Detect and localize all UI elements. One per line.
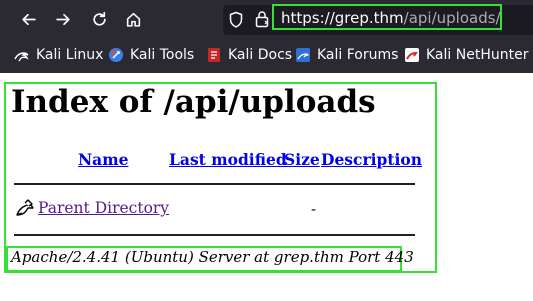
home-button[interactable] bbox=[119, 5, 147, 33]
bookmark-label: Kali Docs bbox=[228, 47, 293, 63]
bookmark-kali-tools[interactable]: Kali Tools bbox=[108, 46, 194, 64]
parent-directory-link[interactable]: Parent Directory bbox=[38, 199, 169, 217]
kali-forums-icon bbox=[295, 47, 311, 63]
shield-icon[interactable] bbox=[228, 11, 244, 29]
column-header-size[interactable]: Size bbox=[284, 150, 320, 169]
bookmarks-toolbar: Kali Linux Kali Tools Kali Docs Kali For… bbox=[0, 40, 533, 70]
page-title: Index of /api/uploads bbox=[11, 84, 376, 120]
reload-icon bbox=[92, 11, 106, 26]
arrow-left-icon bbox=[21, 13, 36, 25]
bookmark-kali-docs[interactable]: Kali Docs bbox=[206, 46, 292, 64]
url-path: /api/uploads/ bbox=[403, 9, 501, 27]
back-folder-icon bbox=[16, 199, 34, 216]
server-signature: Apache/2.4.41 (Ubuntu) Server at grep.th… bbox=[11, 248, 414, 266]
parent-directory-size: - bbox=[311, 200, 317, 218]
bookmark-label: Kali Forums bbox=[317, 47, 399, 63]
arrow-right-icon bbox=[55, 13, 70, 25]
reload-button[interactable] bbox=[85, 5, 113, 33]
kali-docs-icon bbox=[206, 47, 222, 63]
home-icon bbox=[126, 12, 140, 27]
column-header-last-modified[interactable]: Last modified bbox=[169, 150, 287, 169]
divider-top bbox=[14, 183, 415, 185]
back-button[interactable] bbox=[14, 5, 42, 33]
column-header-description[interactable]: Description bbox=[321, 150, 422, 169]
bookmark-label: Kali Tools bbox=[130, 47, 195, 63]
bookmark-label: Kali NetHunter bbox=[426, 47, 529, 63]
url-text[interactable]: https://grep.thm/api/uploads/ bbox=[281, 9, 501, 27]
browser-toolbar: https://grep.thm/api/uploads/ Kali Linux… bbox=[0, 0, 533, 73]
bookmark-kali-nethunter[interactable]: Kali NetHunter bbox=[404, 46, 528, 64]
divider-bottom bbox=[14, 234, 415, 236]
column-header-name[interactable]: Name bbox=[78, 150, 128, 169]
kali-nethunter-icon bbox=[404, 47, 420, 63]
bookmark-kali-forums[interactable]: Kali Forums bbox=[295, 46, 398, 64]
bookmark-label: Kali Linux bbox=[36, 47, 104, 63]
url-host: https://grep.thm bbox=[281, 9, 404, 27]
forward-button[interactable] bbox=[49, 5, 77, 33]
kali-tools-icon bbox=[108, 47, 124, 63]
kali-linux-icon bbox=[14, 47, 30, 63]
bookmark-kali-linux[interactable]: Kali Linux bbox=[14, 46, 103, 64]
lock-icon[interactable] bbox=[255, 10, 269, 28]
